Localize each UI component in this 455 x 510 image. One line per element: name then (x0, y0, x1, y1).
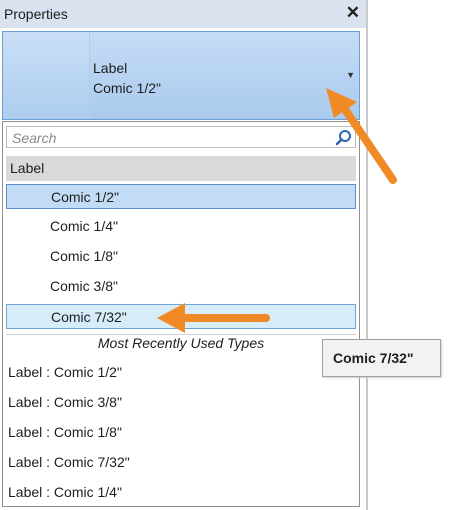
type-preview (3, 32, 90, 119)
group-header: Label (6, 156, 356, 181)
mru-item[interactable]: Label : Comic 7/32" (8, 454, 130, 470)
type-name-label: Comic 1/2" (93, 80, 161, 96)
panel-divider (366, 0, 368, 510)
properties-panel: Properties ✕ Label Comic 1/2" ▼ Search L… (0, 0, 366, 510)
option-label: Comic 3/8" (50, 278, 118, 294)
group-label: Label (10, 160, 45, 176)
search-icon[interactable] (335, 129, 352, 146)
option-label: Comic 1/4" (50, 218, 118, 234)
mru-item[interactable]: Label : Comic 1/2" (8, 364, 122, 380)
panel-title: Properties (4, 6, 68, 22)
mru-header: Most Recently Used Types (6, 334, 356, 355)
type-selector[interactable]: Label Comic 1/2" ▼ (2, 31, 360, 120)
type-family-label: Label (93, 60, 128, 76)
chevron-down-icon[interactable]: ▼ (346, 70, 355, 80)
mru-item[interactable]: Label : Comic 3/8" (8, 394, 122, 410)
option-comic-1-4[interactable]: Comic 1/4" (6, 214, 356, 239)
search-placeholder: Search (12, 130, 57, 146)
search-input[interactable]: Search (6, 126, 356, 148)
tooltip: Comic 7/32" (322, 339, 441, 377)
option-label: Comic 1/2" (51, 189, 119, 205)
option-label: Comic 7/32" (51, 309, 127, 325)
tooltip-text: Comic 7/32" (333, 350, 414, 366)
type-dropdown-list: Search Label Comic 1/2" Comic 1/4" Comic… (2, 121, 360, 507)
mru-item[interactable]: Label : Comic 1/4" (8, 484, 122, 500)
option-comic-3-8[interactable]: Comic 3/8" (6, 274, 356, 299)
option-comic-1-2[interactable]: Comic 1/2" (6, 184, 356, 209)
option-label: Comic 1/8" (50, 248, 118, 264)
panel-titlebar: Properties ✕ (0, 0, 366, 28)
close-icon[interactable]: ✕ (346, 3, 360, 23)
option-comic-7-32[interactable]: Comic 7/32" (6, 304, 356, 329)
option-comic-1-8[interactable]: Comic 1/8" (6, 244, 356, 269)
mru-item[interactable]: Label : Comic 1/8" (8, 424, 122, 440)
